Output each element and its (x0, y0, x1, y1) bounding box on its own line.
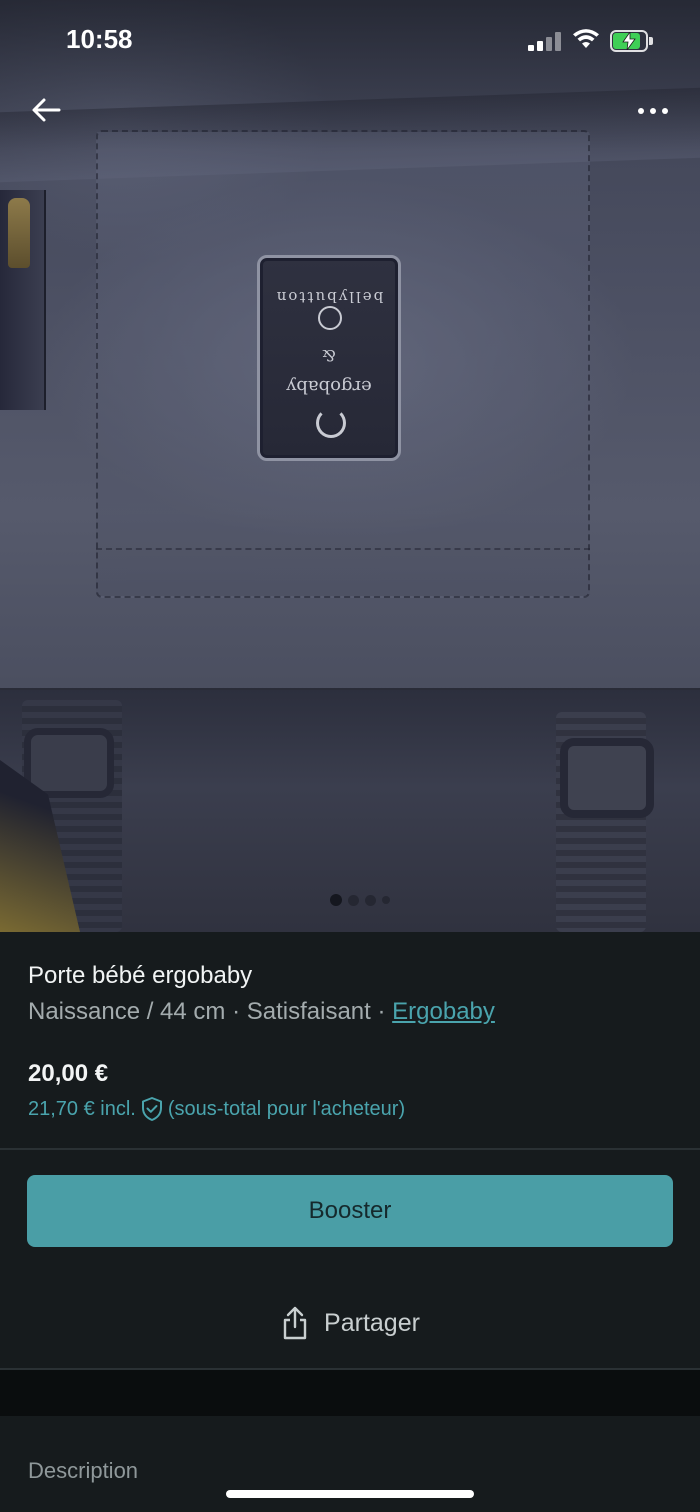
status-time: 10:58 (66, 24, 133, 54)
shield-check-icon[interactable] (140, 1096, 164, 1122)
label-logo-icon (318, 306, 342, 330)
share-icon (283, 1306, 307, 1340)
gallery-dot[interactable] (365, 894, 376, 906)
brand-link[interactable]: Ergobaby (392, 998, 495, 1025)
product-price: 20,00 € (28, 1060, 109, 1087)
photo-top-gradient (0, 0, 700, 150)
buyer-price-info[interactable]: 21,70 € incl. (sous-total pour l'acheteu… (28, 1096, 405, 1122)
price-incl-value: 21,70 € incl. (28, 1097, 136, 1120)
more-options-button[interactable] (630, 96, 676, 126)
cellular-signal-icon (528, 31, 562, 51)
price-incl-note: (sous-total pour l'acheteur) (167, 1097, 406, 1120)
gallery-dot[interactable] (382, 896, 390, 904)
photo-brand-label: bellybutton & ergobaby (257, 255, 401, 461)
section-gap (0, 1370, 700, 1416)
gallery-dot[interactable] (330, 894, 342, 906)
product-meta: Naissance / 44 cm · Satisfaisant · Ergob… (28, 998, 495, 1026)
share-label: Partager (324, 1308, 420, 1337)
product-size: Naissance / 44 cm (28, 998, 226, 1025)
meta-separator: · (225, 998, 247, 1025)
home-indicator[interactable] (226, 1490, 474, 1498)
more-horizontal-icon (638, 108, 644, 114)
description-heading: Description (28, 1458, 139, 1483)
gallery-dot[interactable] (348, 894, 359, 906)
booster-button[interactable]: Booster (27, 1175, 673, 1247)
battery-icon (610, 30, 654, 52)
photo-right-buckle (560, 738, 654, 818)
divider (0, 1148, 700, 1150)
product-photo[interactable]: bellybutton & ergobaby (0, 0, 700, 932)
share-button[interactable]: Partager (0, 1288, 700, 1358)
label-line-3: ergobaby (286, 376, 372, 397)
back-button[interactable] (26, 90, 66, 130)
photo-zipper-pull (8, 198, 30, 268)
arrow-left-icon (32, 98, 61, 122)
product-title: Porte bébé ergobaby (28, 962, 253, 989)
photo-pocket-hem (96, 548, 590, 598)
wifi-icon (572, 28, 600, 50)
label-line-2: & (321, 346, 337, 365)
product-condition: Satisfaisant (246, 998, 371, 1025)
meta-separator: · (370, 998, 393, 1025)
label-spiral-icon (316, 408, 346, 438)
label-line-1: bellybutton (274, 288, 384, 306)
gallery-page-indicator[interactable] (0, 893, 700, 907)
